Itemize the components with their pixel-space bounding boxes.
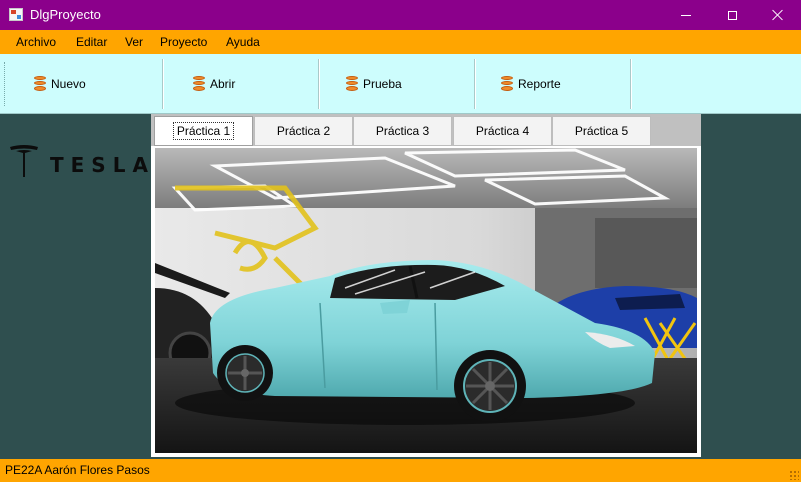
- toolbar-separator: [318, 59, 320, 109]
- tesla-wordmark: TESLA: [50, 153, 155, 177]
- database-icon: [501, 75, 513, 92]
- window-title: DlgProyecto: [30, 7, 101, 22]
- minimize-button[interactable]: [663, 0, 709, 30]
- prueba-label: Prueba: [363, 76, 402, 91]
- tab-label: Práctica 1: [172, 122, 235, 140]
- abrir-label: Abrir: [210, 76, 236, 91]
- menu-archivo[interactable]: Archivo: [16, 35, 56, 49]
- tab-practica-1[interactable]: Práctica 1: [154, 116, 253, 146]
- menu-editar[interactable]: Editar: [76, 35, 107, 49]
- minimize-icon: [681, 14, 691, 16]
- abrir-button[interactable]: Abrir: [193, 54, 235, 113]
- nuevo-button[interactable]: Nuevo: [34, 54, 86, 113]
- car-photo: [155, 148, 697, 453]
- close-icon: [772, 9, 784, 21]
- tesla-logo: TESLA: [8, 143, 148, 179]
- menu-ver[interactable]: Ver: [125, 35, 143, 49]
- car-photo-image: [155, 148, 697, 453]
- prueba-button[interactable]: Prueba: [346, 54, 402, 113]
- toolbar-separator: [630, 59, 632, 109]
- nuevo-label: Nuevo: [51, 76, 86, 91]
- status-bar: PE22A Aarón Flores Pasos: [0, 459, 801, 482]
- tab-practica-3[interactable]: Práctica 3: [353, 116, 452, 146]
- database-icon: [346, 75, 358, 92]
- title-bar: DlgProyecto: [0, 0, 801, 30]
- reporte-button[interactable]: Reporte: [501, 54, 561, 113]
- tab-practica-5[interactable]: Práctica 5: [552, 116, 651, 146]
- maximize-icon: [727, 10, 737, 20]
- status-label: PE22A Aarón Flores Pasos: [5, 463, 150, 477]
- tab-practica-4[interactable]: Práctica 4: [453, 116, 552, 146]
- menu-ayuda[interactable]: Ayuda: [226, 35, 260, 49]
- tab-label: Práctica 3: [375, 124, 430, 138]
- tab-label: Práctica 5: [574, 124, 629, 138]
- maximize-button[interactable]: [709, 0, 755, 30]
- app-icon: [9, 8, 23, 21]
- toolbar-separator: [474, 59, 476, 109]
- toolbar-grip[interactable]: [4, 62, 6, 106]
- reporte-label: Reporte: [518, 76, 561, 91]
- close-button[interactable]: [755, 0, 801, 30]
- menu-bar: Archivo Editar Ver Proyecto Ayuda: [0, 30, 801, 54]
- toolbar-separator: [162, 59, 164, 109]
- tab-label: Práctica 2: [276, 124, 331, 138]
- menu-proyecto[interactable]: Proyecto: [160, 35, 207, 49]
- database-icon: [193, 75, 205, 92]
- toolbar: Nuevo Abrir Prueba Reporte: [0, 54, 801, 114]
- tesla-logo-icon: [10, 145, 38, 177]
- resize-grip[interactable]: [789, 470, 799, 480]
- tab-practica-2[interactable]: Práctica 2: [254, 116, 353, 146]
- tab-label: Práctica 4: [475, 124, 530, 138]
- database-icon: [34, 75, 46, 92]
